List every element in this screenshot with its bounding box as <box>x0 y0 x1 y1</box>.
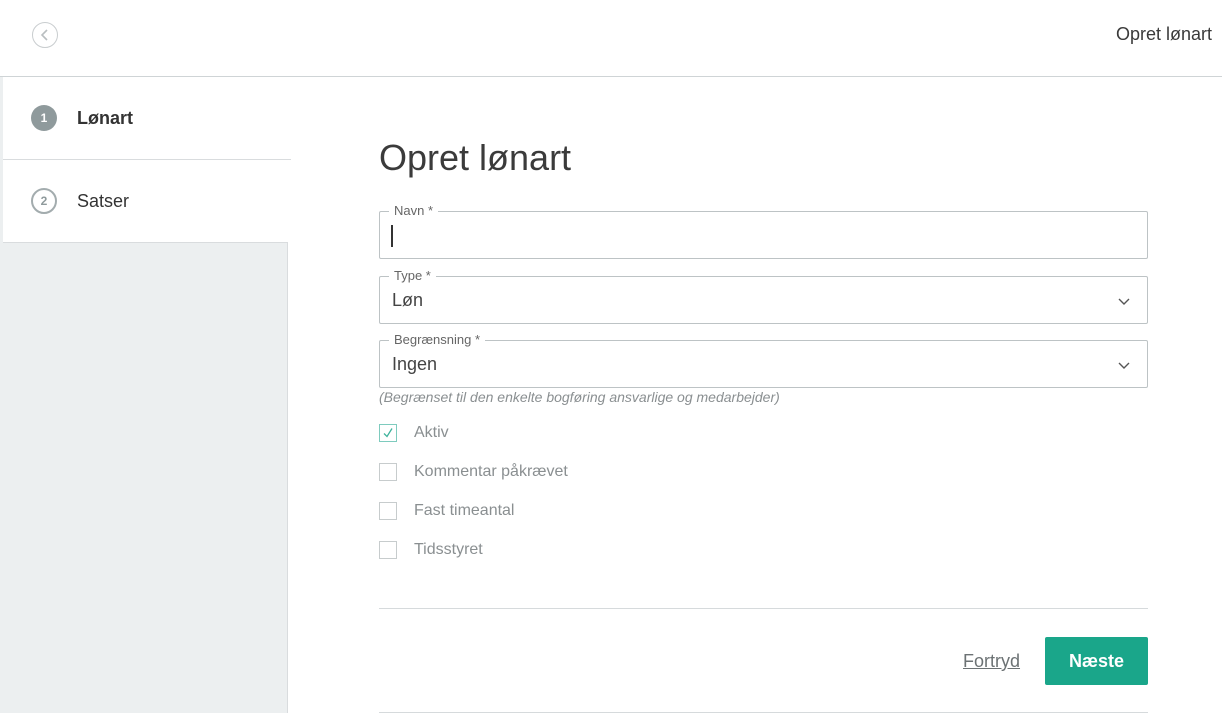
divider <box>379 608 1148 609</box>
checkbox-label: Tidsstyret <box>414 541 483 558</box>
next-button[interactable]: Næste <box>1045 637 1148 685</box>
type-select[interactable]: Type * Løn <box>379 268 1148 324</box>
restriction-hint: (Begrænset til den enkelte bogføring ans… <box>379 389 780 405</box>
step-number-badge: 2 <box>31 188 57 214</box>
steps-sidebar: 1 Lønart 2 Satser <box>0 77 291 713</box>
checkbox-tidsstyret[interactable]: Tidsstyret <box>379 540 483 560</box>
checkbox-box[interactable] <box>379 424 397 442</box>
step-lonart[interactable]: 1 Lønart <box>3 77 291 160</box>
step-number-badge: 1 <box>31 105 57 131</box>
checkbox-box[interactable] <box>379 541 397 559</box>
restriction-select-value: Ingen <box>392 354 438 374</box>
chevron-left-icon <box>40 29 48 41</box>
checkbox-label: Kommentar påkrævet <box>414 463 568 480</box>
checkbox-kommentar-pakraevet[interactable]: Kommentar påkrævet <box>379 462 568 482</box>
restriction-select-label: Begrænsning * <box>389 332 485 347</box>
name-field-label: Navn * <box>389 203 439 218</box>
checkbox-box[interactable] <box>379 502 397 520</box>
check-icon <box>383 428 393 438</box>
step-label: Satser <box>77 190 130 211</box>
text-cursor <box>391 225 393 247</box>
top-bar: Opret lønart <box>0 0 1222 77</box>
cancel-link[interactable]: Fortryd <box>963 651 1020 672</box>
chevron-down-icon <box>1118 298 1130 305</box>
page-title: Opret lønart <box>379 137 572 178</box>
restriction-select[interactable]: Begrænsning * Ingen <box>379 332 1148 388</box>
header-title: Opret lønart <box>1115 24 1212 44</box>
name-field[interactable]: Navn * <box>379 203 1148 259</box>
step-label: Lønart <box>77 107 133 128</box>
type-select-value: Løn <box>392 290 424 310</box>
checkbox-box[interactable] <box>379 463 397 481</box>
back-button[interactable] <box>32 22 58 48</box>
type-select-label: Type * <box>389 268 436 283</box>
checkbox-aktiv[interactable]: Aktiv <box>379 423 449 443</box>
checkbox-label: Fast timeantal <box>414 502 515 519</box>
chevron-down-icon <box>1118 362 1130 369</box>
step-satser[interactable]: 2 Satser <box>3 160 288 243</box>
checkbox-fast-timeantal[interactable]: Fast timeantal <box>379 501 514 521</box>
checkbox-label: Aktiv <box>414 424 449 441</box>
